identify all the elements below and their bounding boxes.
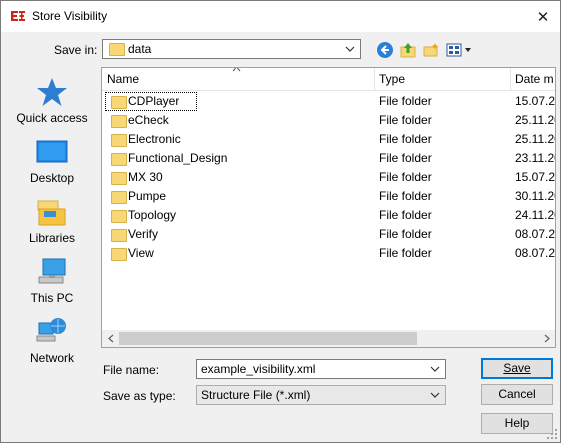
file-name: CDPlayer [128,94,180,108]
file-name: Verify [128,227,159,241]
save-in-dropdown[interactable]: data [102,39,361,59]
place-label: Network [29,351,74,365]
file-row[interactable]: Electronic File folder 25.11.20 [102,130,555,149]
file-type: File folder [379,151,432,165]
file-name: Functional_Design [128,151,228,165]
new-folder-icon[interactable] [422,41,440,59]
file-name-field[interactable]: example_visibility.xml [196,359,446,379]
save-in-label: Save in: [54,43,98,57]
up-folder-icon[interactable] [399,41,417,59]
file-date: 24.11.20 [515,208,555,222]
save-as-type-value: Structure File (*.xml) [201,388,311,402]
file-date: 25.11.20 [515,132,555,146]
resize-grip-icon[interactable] [547,429,557,439]
save-as-type-dropdown[interactable]: Structure File (*.xml) [196,385,446,405]
folder-icon [109,43,125,56]
file-type: File folder [379,227,432,241]
help-button[interactable]: Help [481,413,553,434]
file-row[interactable]: View File folder 08.07.20 [102,244,555,263]
file-type: File folder [379,113,432,127]
close-button[interactable]: ✕ [526,1,560,32]
file-date: 30.11.20 [515,189,555,203]
file-date: 08.07.20 [515,246,556,260]
file-row[interactable]: Functional_Design File folder 23.11.20 [102,149,555,168]
file-date: 08.07.20 [515,227,556,241]
file-type: File folder [379,170,432,184]
file-name: Pumpe [128,189,167,203]
close-icon: ✕ [536,8,550,26]
place-label: Desktop [29,171,75,185]
file-name: Electronic [128,132,181,146]
folder-icon [111,134,127,147]
column-name[interactable]: Name [102,68,374,90]
chevron-down-icon [428,386,442,404]
file-name-label: File name: [103,363,160,377]
app-logo-icon [11,11,25,21]
quick-access-star-icon [37,78,67,106]
view-menu-icon[interactable] [445,41,473,59]
file-name: eCheck [128,113,169,127]
column-type[interactable]: Type [374,68,510,90]
file-date: 15.07.20 [515,94,556,108]
horizontal-scrollbar[interactable] [102,330,555,347]
file-name-value: example_visibility.xml [201,362,316,376]
folder-icon [111,115,127,128]
file-row[interactable]: eCheck File folder 25.11.20 [102,111,555,130]
save-button[interactable]: Save [481,358,553,379]
place-network[interactable]: Network [9,315,95,371]
file-type: File folder [379,132,432,146]
file-row[interactable]: CDPlayer File folder 15.07.20 [102,92,555,111]
file-row[interactable]: Topology File folder 24.11.20 [102,206,555,225]
folder-icon [111,96,127,109]
file-row[interactable]: MX 30 File folder 15.07.20 [102,168,555,187]
file-type: File folder [379,189,432,203]
folder-icon [111,229,127,242]
column-date[interactable]: Date m [510,68,555,90]
place-desktop[interactable]: Desktop [9,135,95,191]
scroll-right-icon[interactable] [538,330,555,347]
file-date: 15.07.20 [515,170,556,184]
folder-icon [111,248,127,261]
chevron-down-icon [343,40,357,58]
column-header: Name Type Date m [102,68,555,91]
place-this-pc[interactable]: This PC [9,255,95,311]
save-in-value: data [128,42,152,56]
place-libraries[interactable]: Libraries [9,195,95,251]
chevron-down-icon[interactable] [428,360,442,378]
folder-icon [111,191,127,204]
folder-icon [111,172,127,185]
file-row[interactable]: Pumpe File folder 30.11.20 [102,187,555,206]
file-row[interactable]: Verify File folder 08.07.20 [102,225,555,244]
cancel-button[interactable]: Cancel [481,384,553,405]
save-as-type-label: Save as type: [103,389,176,403]
save-dialog: Store Visibility ✕ Save in: data Quick a… [0,0,561,443]
file-name: Topology [128,208,177,222]
file-type: File folder [379,94,432,108]
file-type: File folder [379,208,432,222]
place-label: Libraries [28,231,76,245]
window-title: Store Visibility [32,9,108,23]
folder-icon [111,153,127,166]
file-date: 25.11.20 [515,113,555,127]
folder-icon [111,210,127,223]
place-label: Quick access [16,111,88,125]
scroll-left-icon[interactable] [102,330,119,347]
scroll-thumb[interactable] [119,332,417,345]
file-list[interactable]: Name Type Date m CDPlayer File folder 15… [101,67,556,348]
file-type: File folder [379,246,432,260]
place-label: This PC [30,291,74,305]
back-icon[interactable] [376,41,394,59]
file-date: 23.11.20 [515,151,555,165]
title-bar: Store Visibility ✕ [1,1,560,32]
this-pc-icon [38,258,66,284]
libraries-icon [37,200,66,226]
file-name: View [128,246,154,260]
desktop-icon [36,140,68,163]
place-quick-access[interactable]: Quick access [9,75,95,131]
places-bar: Quick access Desktop Libraries This PC N… [9,67,95,377]
file-name: MX 30 [128,170,163,184]
network-icon [36,318,66,342]
